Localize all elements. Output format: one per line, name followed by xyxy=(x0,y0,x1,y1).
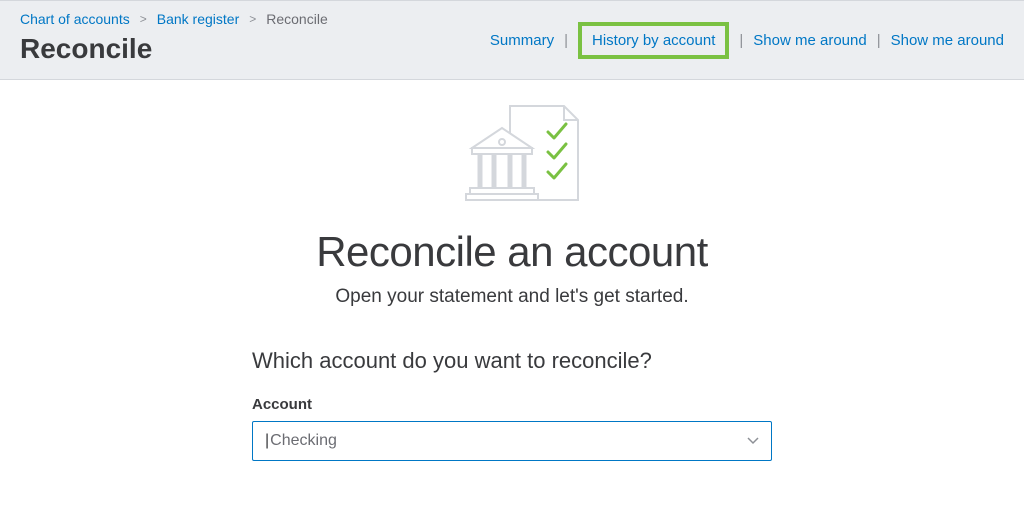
question-text: Which account do you want to reconcile? xyxy=(252,348,772,374)
header-left: Chart of accounts > Bank register > Reco… xyxy=(20,11,328,65)
separator: | xyxy=(877,32,881,49)
history-by-account-link[interactable]: History by account xyxy=(592,32,715,49)
chevron-down-icon xyxy=(747,437,759,445)
separator: | xyxy=(564,32,568,49)
chevron-right-icon: > xyxy=(249,12,256,26)
separator: | xyxy=(739,32,743,49)
reconcile-illustration-icon xyxy=(0,100,1024,210)
page-header: Chart of accounts > Bank register > Reco… xyxy=(0,0,1024,80)
account-field-label: Account xyxy=(252,396,772,413)
show-me-around-link[interactable]: Show me around xyxy=(753,32,866,49)
account-selection-block: Which account do you want to reconcile? … xyxy=(252,348,772,461)
breadcrumb-current: Reconcile xyxy=(266,11,327,27)
breadcrumb: Chart of accounts > Bank register > Reco… xyxy=(20,11,328,27)
main-subheading: Open your statement and let's get starte… xyxy=(0,286,1024,308)
header-actions: Summary | History by account | Show me a… xyxy=(490,22,1004,65)
account-select[interactable]: |Checking xyxy=(252,421,772,461)
breadcrumb-chart-of-accounts[interactable]: Chart of accounts xyxy=(20,11,130,27)
highlight-history-by-account: History by account xyxy=(578,22,729,59)
show-me-around-link-2[interactable]: Show me around xyxy=(891,32,1004,49)
breadcrumb-bank-register[interactable]: Bank register xyxy=(157,11,239,27)
summary-link[interactable]: Summary xyxy=(490,32,554,49)
account-select-value: Checking xyxy=(270,432,337,449)
page-title: Reconcile xyxy=(20,33,328,65)
main-heading: Reconcile an account xyxy=(0,228,1024,276)
main-content: Reconcile an account Open your statement… xyxy=(0,80,1024,461)
chevron-right-icon: > xyxy=(140,12,147,26)
